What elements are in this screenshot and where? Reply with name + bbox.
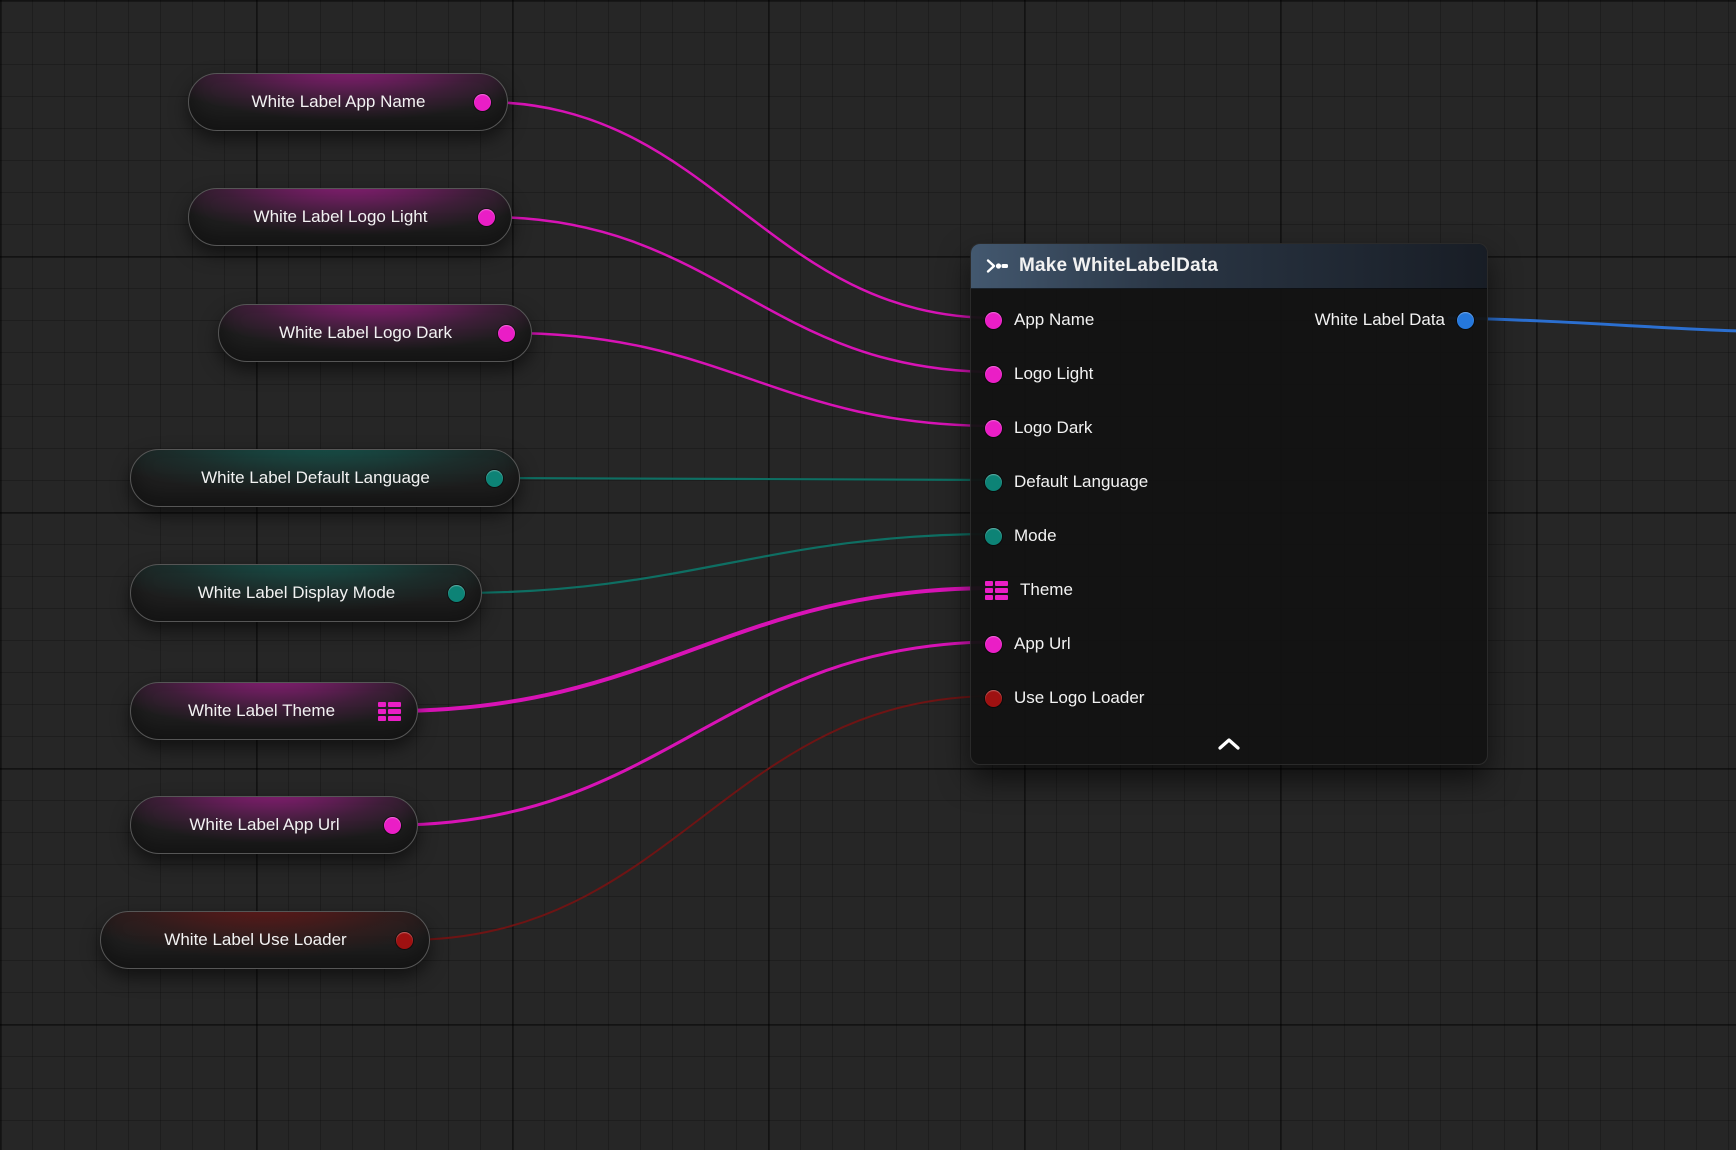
getter-label: White Label Theme <box>151 701 378 721</box>
getter-node-white-label-app-url[interactable]: White Label App Url <box>130 796 418 854</box>
getter-label: White Label Default Language <box>151 468 486 488</box>
input-pin-label: Use Logo Loader <box>1014 688 1144 708</box>
output-pin-struct[interactable] <box>1457 312 1474 329</box>
getter-node-white-label-theme[interactable]: White Label Theme <box>130 682 418 740</box>
input-pin-string[interactable] <box>985 636 1002 653</box>
input-row-default-language: Default Language <box>971 455 1487 509</box>
getter-node-white-label-use-loader[interactable]: White Label Use Loader <box>100 911 430 969</box>
input-pin-label: Theme <box>1020 580 1073 600</box>
output-pin-string[interactable] <box>498 325 515 342</box>
getter-node-white-label-logo-light[interactable]: White Label Logo Light <box>188 188 512 246</box>
input-pin-string[interactable] <box>985 366 1002 383</box>
blueprint-graph-canvas[interactable]: White Label App Name White Label Logo Li… <box>0 0 1736 1150</box>
input-row-theme: Theme <box>971 563 1487 617</box>
make-node-body: App Name Logo Light Logo Dark Default La… <box>971 289 1487 725</box>
make-node-header[interactable]: Make WhiteLabelData <box>971 244 1487 289</box>
wire-app-name[interactable] <box>484 102 996 318</box>
input-pin-enum[interactable] <box>985 528 1002 545</box>
output-pin-string[interactable] <box>474 94 491 111</box>
make-whitelabeldata-node[interactable]: Make WhiteLabelData App Name Logo Light … <box>970 243 1488 765</box>
getter-label: White Label Display Mode <box>151 583 448 603</box>
input-pin-label: Logo Dark <box>1014 418 1092 438</box>
input-row-logo-dark: Logo Dark <box>971 401 1487 455</box>
getter-label: White Label App Name <box>209 92 474 112</box>
collapse-chevron-button[interactable] <box>1214 733 1244 755</box>
input-pin-label: App Name <box>1014 310 1094 330</box>
input-row-logo-light: Logo Light <box>971 347 1487 401</box>
struct-pin-icon[interactable] <box>378 702 401 721</box>
make-node-title: Make WhiteLabelData <box>1019 255 1218 277</box>
wire-logo-dark[interactable] <box>508 333 996 426</box>
input-row-mode: Mode <box>971 509 1487 563</box>
getter-label: White Label Logo Light <box>209 207 478 227</box>
input-pin-label: App Url <box>1014 634 1071 654</box>
input-pin-bool[interactable] <box>985 690 1002 707</box>
make-struct-icon <box>985 258 1009 274</box>
struct-pin-icon[interactable] <box>985 581 1008 600</box>
getter-node-white-label-default-language[interactable]: White Label Default Language <box>130 449 520 507</box>
input-pin-label: Logo Light <box>1014 364 1093 384</box>
output-pin-label: White Label Data <box>1315 310 1445 330</box>
wire-mode[interactable] <box>458 534 996 593</box>
input-pin-label: Mode <box>1014 526 1057 546</box>
output-pin-enum[interactable] <box>486 470 503 487</box>
wire-app-url[interactable] <box>394 642 996 825</box>
output-pin-bool[interactable] <box>396 932 413 949</box>
output-row-white-label-data: White Label Data <box>1315 293 1474 347</box>
getter-node-white-label-app-name[interactable]: White Label App Name <box>188 73 508 131</box>
wire-default-language[interactable] <box>496 478 996 480</box>
getter-node-white-label-logo-dark[interactable]: White Label Logo Dark <box>218 304 532 362</box>
output-pin-string[interactable] <box>384 817 401 834</box>
input-pin-enum[interactable] <box>985 474 1002 491</box>
input-row-app-url: App Url <box>971 617 1487 671</box>
wire-use-loader[interactable] <box>406 696 996 940</box>
getter-label: White Label Logo Dark <box>239 323 498 343</box>
wire-white-label-data-out[interactable] <box>1448 318 1736 331</box>
input-pin-label: Default Language <box>1014 472 1148 492</box>
wire-logo-light[interactable] <box>488 217 996 372</box>
getter-label: White Label App Url <box>151 815 384 835</box>
output-pin-enum[interactable] <box>448 585 465 602</box>
input-pin-string[interactable] <box>985 312 1002 329</box>
input-row-use-logo-loader: Use Logo Loader <box>971 671 1487 725</box>
output-pin-string[interactable] <box>478 209 495 226</box>
input-pin-string[interactable] <box>985 420 1002 437</box>
chevron-up-icon <box>1218 738 1240 750</box>
getter-node-white-label-display-mode[interactable]: White Label Display Mode <box>130 564 482 622</box>
getter-label: White Label Use Loader <box>121 930 396 950</box>
